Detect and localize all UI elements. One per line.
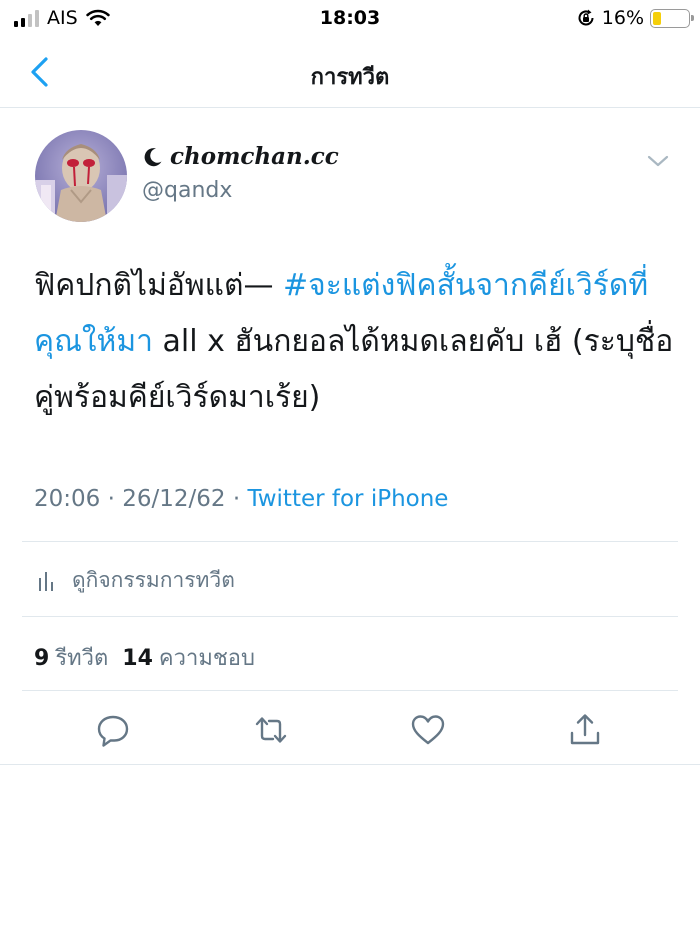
meta-separator: · — [232, 486, 241, 512]
meta-separator: · — [107, 486, 115, 512]
nav-bar: การทวีต — [0, 38, 700, 108]
chevron-down-icon[interactable] — [646, 152, 670, 170]
status-bar: AIS 18:03 16% — [0, 0, 700, 38]
tweet-stats: 9 รีทวีต 14 ความชอบ — [34, 640, 255, 675]
share-icon[interactable] — [565, 710, 605, 750]
tweet-time: 20:06 — [34, 486, 101, 512]
retweets-count: 9 — [34, 646, 50, 671]
activity-label: ดูกิจกรรมการทวีต — [72, 568, 235, 592]
crescent-moon-icon — [144, 147, 162, 166]
retweets-stat[interactable]: 9 รีทวีต — [34, 640, 108, 675]
likes-count: 14 — [122, 646, 153, 671]
user-handle[interactable]: @qandx — [142, 178, 232, 203]
battery-icon — [650, 8, 694, 28]
likes-stat[interactable]: 14 ความชอบ — [122, 640, 255, 675]
divider — [22, 690, 678, 691]
tweet-source-link[interactable]: Twitter for iPhone — [247, 486, 448, 512]
reply-icon[interactable] — [93, 710, 133, 750]
page-title: การทวีต — [310, 65, 390, 90]
status-bar-right: 16% — [576, 7, 694, 29]
tweet-text-part: ฟิคปกติไม่อัพแต่— — [34, 268, 284, 303]
divider — [0, 764, 700, 765]
rotation-lock-icon — [578, 9, 594, 26]
battery-percent: 16% — [601, 7, 644, 29]
tweet-text: ฟิคปกติไม่อัพแต่— #จะแต่งฟิคสั้นจากคีย์เ… — [34, 258, 674, 426]
retweet-icon[interactable] — [251, 710, 291, 750]
tweet-date: 26/12/62 — [122, 486, 226, 512]
display-name[interactable]: chomchan.cc — [142, 143, 339, 170]
view-tweet-activity[interactable]: ดูกิจกรรมการทวีต — [38, 564, 235, 597]
display-name-text: chomchan.cc — [170, 143, 339, 170]
avatar[interactable] — [35, 130, 127, 222]
likes-label: ความชอบ — [158, 646, 255, 671]
battery-level-fill — [653, 11, 661, 25]
divider — [22, 541, 678, 542]
like-icon[interactable] — [408, 710, 448, 750]
tweet-meta: 20:06 · 26/12/62 · Twitter for iPhone — [34, 486, 448, 512]
divider — [22, 616, 678, 617]
analytics-bars-icon — [39, 571, 53, 591]
retweets-label: รีทวีต — [55, 646, 109, 671]
